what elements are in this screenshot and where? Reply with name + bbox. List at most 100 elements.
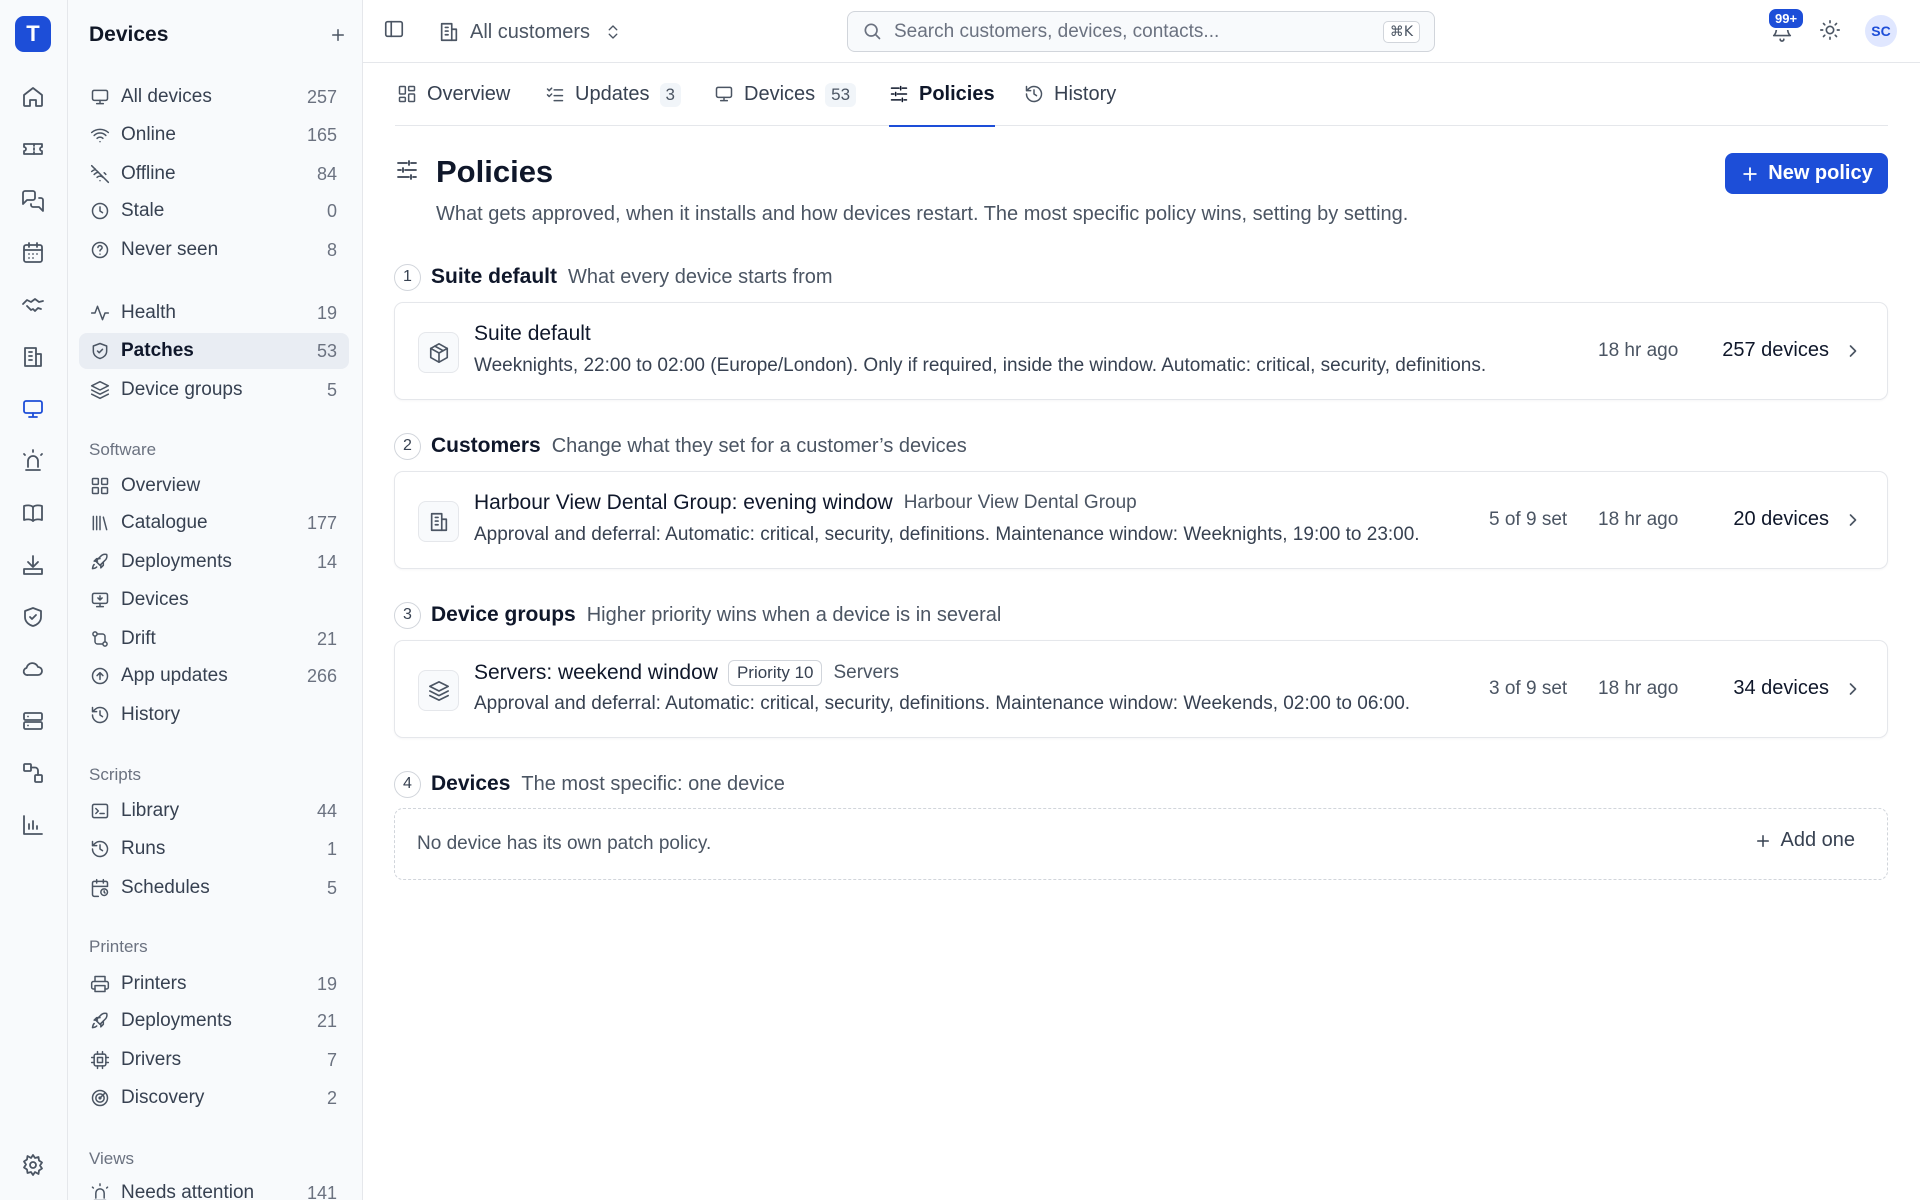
sidebar-item-runs[interactable]: Runs 1 — [79, 831, 349, 867]
sidebar-item-label: Needs attention — [121, 1182, 255, 1200]
grid-icon — [89, 475, 111, 497]
section-description: Change what they set for a customer’s de… — [551, 434, 967, 457]
tab-devices[interactable]: Devices 53 — [714, 63, 857, 126]
bar-chart-icon[interactable] — [19, 811, 47, 839]
sidebar-item-count: 0 — [326, 200, 337, 221]
tab-updates[interactable]: Updates 3 — [545, 63, 681, 126]
app-logo[interactable]: T — [15, 16, 51, 52]
sidebar-item-catalogue[interactable]: Catalogue 177 — [79, 505, 349, 541]
page-title: Policies — [436, 154, 554, 189]
add-icon[interactable] — [325, 22, 351, 48]
sidebar-item-online[interactable]: Online 165 — [79, 117, 349, 153]
sidebar-item-offline[interactable]: Offline 84 — [79, 156, 349, 192]
search-input[interactable] — [894, 20, 1383, 43]
sidebar-item-drivers[interactable]: Drivers 7 — [79, 1042, 349, 1078]
sidebar-item-all-devices[interactable]: All devices 257 — [79, 79, 349, 115]
tab-overview[interactable]: Overview — [397, 63, 510, 126]
sidebar-item-label: Deployments — [121, 1010, 232, 1031]
device-policies-empty-state: No device has its own patch policy. Add … — [394, 808, 1888, 880]
top-bar: All customers ⌘K 99+ SC — [363, 0, 1920, 63]
rocket-icon — [89, 551, 111, 573]
tab-history[interactable]: History — [1024, 63, 1116, 126]
workflow-icon[interactable] — [19, 759, 47, 787]
ticket-icon[interactable] — [19, 135, 47, 163]
sidebar-item-label: Never seen — [121, 239, 219, 260]
handshake-icon[interactable] — [19, 291, 47, 319]
policy-card-suite-default[interactable]: Suite default Weeknights, 22:00 to 02:00… — [394, 302, 1888, 400]
sidebar-item-label: Device groups — [121, 379, 243, 400]
sidebar-item-printer-deployments[interactable]: Deployments 21 — [79, 1003, 349, 1039]
monitor-icon[interactable] — [19, 395, 47, 423]
sidebar-item-stale[interactable]: Stale 0 — [79, 193, 349, 229]
customer-selector[interactable]: All customers — [438, 16, 622, 48]
sidebar-item-count: 141 — [306, 1182, 337, 1200]
policy-updated: 18 hr ago — [1598, 678, 1679, 699]
sidebar-item-label: Stale — [121, 200, 165, 221]
add-device-policy-button[interactable]: Add one — [1754, 829, 1855, 852]
layers-icon — [89, 379, 111, 401]
sidebar-item-software-history[interactable]: History — [79, 697, 349, 733]
messages-icon[interactable] — [19, 187, 47, 215]
sidebar-item-software-deployments[interactable]: Deployments 14 — [79, 544, 349, 580]
package-icon — [418, 332, 459, 373]
policy-card-device-group[interactable]: Servers: weekend window Priority 10 Serv… — [394, 640, 1888, 738]
sidebar-toggle-icon[interactable] — [383, 18, 409, 44]
sidebar-item-app-updates[interactable]: App updates 266 — [79, 658, 349, 694]
policy-settings-count: 5 of 9 set — [1489, 509, 1568, 530]
sidebar-item-patches[interactable]: Patches 53 — [79, 333, 349, 369]
sidebar-item-needs-attention[interactable]: Needs attention 141 — [79, 1175, 349, 1200]
layout-grid-icon — [397, 84, 419, 106]
sidebar-item-schedules[interactable]: Schedules 5 — [79, 870, 349, 906]
terminal-icon — [89, 800, 111, 822]
sidebar-item-health[interactable]: Health 19 — [79, 295, 349, 331]
sidebar-item-count: 177 — [306, 512, 337, 533]
sidebar-item-count: 14 — [316, 551, 337, 572]
sidebar-item-count: 5 — [326, 379, 337, 400]
home-icon[interactable] — [19, 83, 47, 111]
download-tray-icon[interactable] — [19, 551, 47, 579]
radar-icon — [89, 1087, 111, 1109]
tab-policies[interactable]: Policies — [889, 63, 995, 127]
sidebar-item-device-groups[interactable]: Device groups 5 — [79, 372, 349, 408]
policy-card-customer[interactable]: Harbour View Dental Group: evening windo… — [394, 471, 1888, 569]
sidebar-item-label: Online — [121, 124, 176, 145]
policy-name: Suite default — [474, 322, 591, 345]
sidebar-item-label: Drift — [121, 628, 156, 649]
section-description: The most specific: one device — [521, 772, 785, 795]
tab-label: Updates — [575, 83, 650, 105]
theme-toggle-icon[interactable] — [1819, 19, 1845, 45]
policy-title-row: Harbour View Dental Group: evening windo… — [474, 491, 1137, 515]
tab-label: Policies — [919, 83, 995, 105]
sidebar-item-printers[interactable]: Printers 19 — [79, 966, 349, 1002]
sidebar-item-drift[interactable]: Drift 21 — [79, 621, 349, 657]
building-icon — [418, 501, 459, 542]
sidebar-item-library[interactable]: Library 44 — [79, 793, 349, 829]
new-policy-button[interactable]: New policy — [1725, 153, 1888, 194]
server-icon[interactable] — [19, 707, 47, 735]
sidebar-title: Devices — [89, 23, 169, 46]
book-icon[interactable] — [19, 499, 47, 527]
shield-check-icon — [89, 340, 111, 362]
sidebar-item-software-devices[interactable]: Devices — [79, 582, 349, 618]
sidebar-item-software-overview[interactable]: Overview — [79, 468, 349, 504]
settings-gear-icon[interactable] — [19, 1151, 47, 1179]
policy-name: Harbour View Dental Group: evening windo… — [474, 491, 893, 514]
history-icon — [89, 704, 111, 726]
building-icon[interactable] — [19, 343, 47, 371]
activity-icon — [89, 302, 111, 324]
shield-check-icon[interactable] — [19, 603, 47, 631]
siren-icon[interactable] — [19, 447, 47, 475]
sidebar-item-never-seen[interactable]: Never seen 8 — [79, 232, 349, 268]
avatar[interactable]: SC — [1865, 15, 1897, 47]
global-search[interactable]: ⌘K — [847, 11, 1435, 52]
sidebar-item-discovery[interactable]: Discovery 2 — [79, 1080, 349, 1116]
priority-badge: Priority 10 — [727, 660, 823, 686]
plus-icon — [1740, 164, 1760, 184]
calendar-icon[interactable] — [19, 239, 47, 267]
policy-description: Approval and deferral: Automatic: critic… — [474, 524, 1420, 545]
cloud-icon[interactable] — [19, 655, 47, 683]
section-title: Devices — [431, 772, 511, 795]
sidebar-item-count: 44 — [316, 800, 337, 821]
sidebar-item-label: Drivers — [121, 1049, 182, 1070]
tab-count: 3 — [659, 82, 681, 107]
